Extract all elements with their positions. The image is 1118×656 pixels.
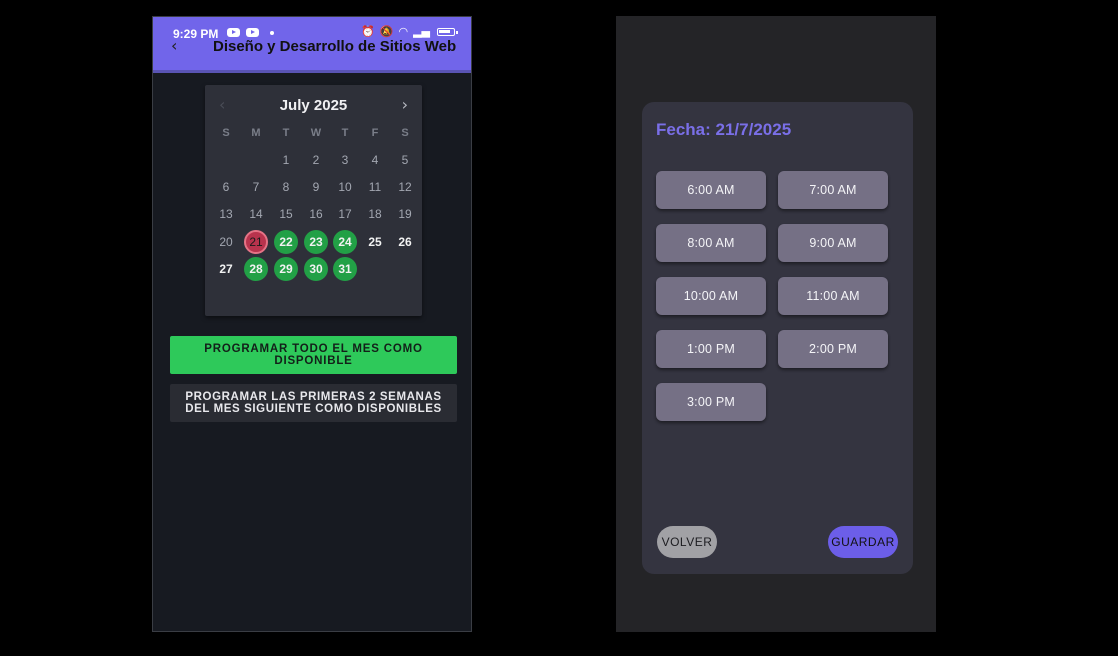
calendar-day[interactable]: 27 <box>214 257 238 281</box>
weekday-label: S <box>222 127 230 139</box>
calendar-day[interactable]: 2 <box>304 148 328 172</box>
calendar-day[interactable]: 1 <box>274 148 298 172</box>
signal-icon: ▂▄ <box>413 25 430 38</box>
calendar-day[interactable]: 9 <box>304 175 328 199</box>
time-slot-button[interactable]: 6:00 AM <box>656 171 766 209</box>
schedule-month-button[interactable]: PROGRAMAR TODO EL MES COMO DISPONIBLE <box>170 336 457 374</box>
calendar-day[interactable]: 31 <box>333 257 357 281</box>
wifi-icon: ◠ <box>398 25 409 38</box>
calendar-day[interactable]: 17 <box>333 202 357 226</box>
calendar-day[interactable]: 14 <box>244 202 268 226</box>
youtube-icon <box>227 28 240 37</box>
status-icons: ⏰ 🔕 ◠ ▂▄ <box>361 25 458 39</box>
calendar-day[interactable]: 21 <box>244 230 268 254</box>
youtube-icon <box>246 28 259 37</box>
calendar-day[interactable]: 28 <box>244 257 268 281</box>
app-bar: 9:29 PM ⏰ 🔕 ◠ ▂▄ ‹ Diseño y Desarrollo d… <box>153 17 471 73</box>
calendar-day[interactable]: 23 <box>304 230 328 254</box>
weekday-label: T <box>282 127 290 139</box>
calendar-day[interactable]: 15 <box>274 202 298 226</box>
chevron-right-icon[interactable]: › <box>402 95 408 114</box>
calendar-day[interactable]: 8 <box>274 175 298 199</box>
calendar-picker: ‹ July 2025 › SMTWTFS 1 2 3 4 5 6 7 8 9 10 11 12 13 1… <box>205 85 422 316</box>
weekday-label: M <box>251 127 261 139</box>
calendar-day[interactable]: 26 <box>393 230 417 254</box>
time-slot-button[interactable]: 9:00 AM <box>778 224 888 262</box>
page-title: Diseño y Desarrollo de Sitios Web <box>213 38 457 55</box>
calendar-day[interactable]: 12 <box>393 175 417 199</box>
calendar-day[interactable]: 24 <box>333 230 357 254</box>
weekday-label: W <box>310 127 322 139</box>
time-slot-button[interactable]: 1:00 PM <box>656 330 766 368</box>
calendar-day[interactable]: 7 <box>244 175 268 199</box>
calendar-day[interactable]: 4 <box>363 148 387 172</box>
calendar-day[interactable]: 29 <box>274 257 298 281</box>
schedule-two-weeks-button[interactable]: PROGRAMAR LAS PRIMERAS 2 SEMANAS DEL MES… <box>170 384 457 422</box>
calendar-day[interactable]: 16 <box>304 202 328 226</box>
alarm-icon: ⏰ <box>361 25 375 38</box>
time-slot-dialog: Fecha: 21/7/2025 6:00 AM 7:00 AM 8:00 AM 9:… <box>642 102 913 574</box>
calendar-day[interactable]: 22 <box>274 230 298 254</box>
calendar-day[interactable]: 6 <box>214 175 238 199</box>
calendar-day[interactable]: 11 <box>363 175 387 199</box>
weekday-label: S <box>401 127 409 139</box>
calendar-day[interactable]: 5 <box>393 148 417 172</box>
mute-icon: 🔕 <box>379 25 394 38</box>
time-slot-button[interactable]: 7:00 AM <box>778 171 888 209</box>
date-label: Fecha: 21/7/2025 <box>656 120 792 139</box>
calendar-day[interactable]: 30 <box>304 257 328 281</box>
calendar-day[interactable]: 13 <box>214 202 238 226</box>
time-slot-button[interactable]: 11:00 AM <box>778 277 888 315</box>
calendar-screen: 9:29 PM ⏰ 🔕 ◠ ▂▄ ‹ Diseño y Desarrollo d… <box>152 16 472 632</box>
status-time: 9:29 PM <box>173 27 219 41</box>
weekday-label: F <box>371 127 379 139</box>
notification-dot-icon <box>270 31 274 35</box>
time-slot-button[interactable]: 8:00 AM <box>656 224 766 262</box>
time-slot-button[interactable]: 3:00 PM <box>656 383 766 421</box>
calendar-day[interactable]: 25 <box>363 230 387 254</box>
back-button[interactable]: VOLVER <box>657 526 717 558</box>
battery-icon <box>437 28 458 36</box>
save-button[interactable]: GUARDAR <box>828 526 898 558</box>
time-slot-button[interactable]: 10:00 AM <box>656 277 766 315</box>
calendar-day[interactable]: 19 <box>393 202 417 226</box>
back-arrow-icon[interactable]: ‹ <box>171 38 177 54</box>
time-slot-screen: Fecha: 21/7/2025 6:00 AM 7:00 AM 8:00 AM 9:… <box>616 16 936 632</box>
weekday-label: T <box>341 127 349 139</box>
calendar-day[interactable]: 10 <box>333 175 357 199</box>
calendar-day[interactable]: 18 <box>363 202 387 226</box>
time-slot-button[interactable]: 2:00 PM <box>778 330 888 368</box>
calendar-month-label: July 2025 <box>279 97 348 114</box>
calendar-day[interactable]: 3 <box>333 148 357 172</box>
calendar-day[interactable]: 20 <box>214 230 238 254</box>
